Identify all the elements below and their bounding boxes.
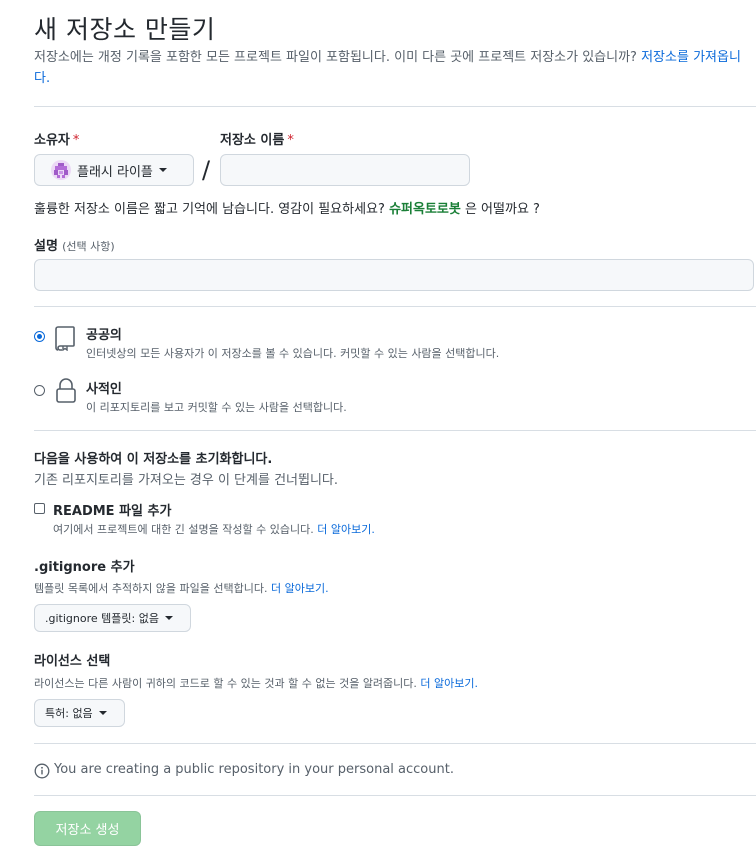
owner-select-label: 플래시 라이플 [77,164,153,180]
license-select-label: 특허: 없음 [45,707,93,720]
gitignore-select-label: .gitignore 템플릿: 없음 [45,612,159,625]
info-icon [34,763,50,783]
readme-label[interactable]: README 파일 추가 [53,500,171,519]
repo-icon [55,325,77,355]
public-option-desc: 인터넷상의 모든 사용자가 이 저장소를 볼 수 있습니다. 커밋할 수 있는 … [86,347,500,360]
chevron-down-icon [164,616,173,620]
gitignore-learn-more-link[interactable]: 더 알아보기. [271,582,329,595]
description-label: 설명 (선택 사항) [34,239,115,254]
private-option-desc: 이 리포지토리를 보고 커밋할 수 있는 사람을 선택합니다. [86,401,347,414]
public-radio[interactable] [34,331,45,342]
gitignore-template-select[interactable]: .gitignore 템플릿: 없음 [34,604,191,632]
readme-checkbox[interactable] [34,503,45,514]
divider [34,306,756,307]
divider [34,106,756,107]
license-title: 라이선스 선택 [34,654,111,669]
private-option-title: 사적인 [86,382,122,397]
name-hint: 훌륭한 저장소 이름은 짧고 기억에 남습니다. 영감이 필요하세요? 슈퍼옥토… [34,202,540,217]
private-radio[interactable] [34,385,45,396]
divider [34,743,756,744]
init-subtitle: 기존 리포지토리를 가져오는 경우 이 단계를 건너뜁니다. [34,473,339,488]
description-input[interactable] [34,259,754,291]
divider [34,430,756,431]
gitignore-title: .gitignore 추가 [34,560,135,575]
public-option-title: 공공의 [86,328,122,343]
visibility-notice: You are creating a public repository in … [54,762,454,777]
lock-icon [55,378,77,408]
license-select[interactable]: 특허: 없음 [34,699,125,727]
gitignore-desc: 템플릿 목록에서 추적하지 않을 파일을 선택합니다. 더 알아보기. [34,582,329,595]
repo-name-label: 저장소 이름 * [220,133,294,148]
repo-name-input[interactable] [220,154,470,186]
owner-select-button[interactable]: 플래시 라이플 [34,154,194,186]
owner-repo-separator: / [202,156,211,184]
chevron-down-icon [158,168,167,172]
page-title: 새 저장소 만들기 [34,15,216,44]
readme-learn-more-link[interactable]: 더 알아보기. [317,523,375,536]
create-repository-button[interactable]: 저장소 생성 [34,811,141,846]
owner-label: 소유자 * [34,133,80,148]
license-learn-more-link[interactable]: 더 알아보기. [420,677,478,690]
readme-desc: 여기에서 프로젝트에 대한 긴 설명을 작성할 수 있습니다. 더 알아보기. [53,523,375,536]
license-desc: 라이선스는 다른 사람이 귀하의 코드로 할 수 있는 것과 할 수 없는 것을… [34,677,479,690]
page-intro: 저장소에는 개정 기록을 포함한 모든 프로젝트 파일이 포함됩니다. 이미 다… [34,47,746,89]
divider [34,795,756,796]
init-title: 다음을 사용하여 이 저장소를 초기화합니다. [34,452,273,467]
avatar [51,160,71,180]
chevron-down-icon [98,711,107,715]
intro-text: 저장소에는 개정 기록을 포함한 모든 프로젝트 파일이 포함됩니다. 이미 다… [34,50,637,65]
name-suggestion[interactable]: 슈퍼옥토로봇 [389,202,461,217]
